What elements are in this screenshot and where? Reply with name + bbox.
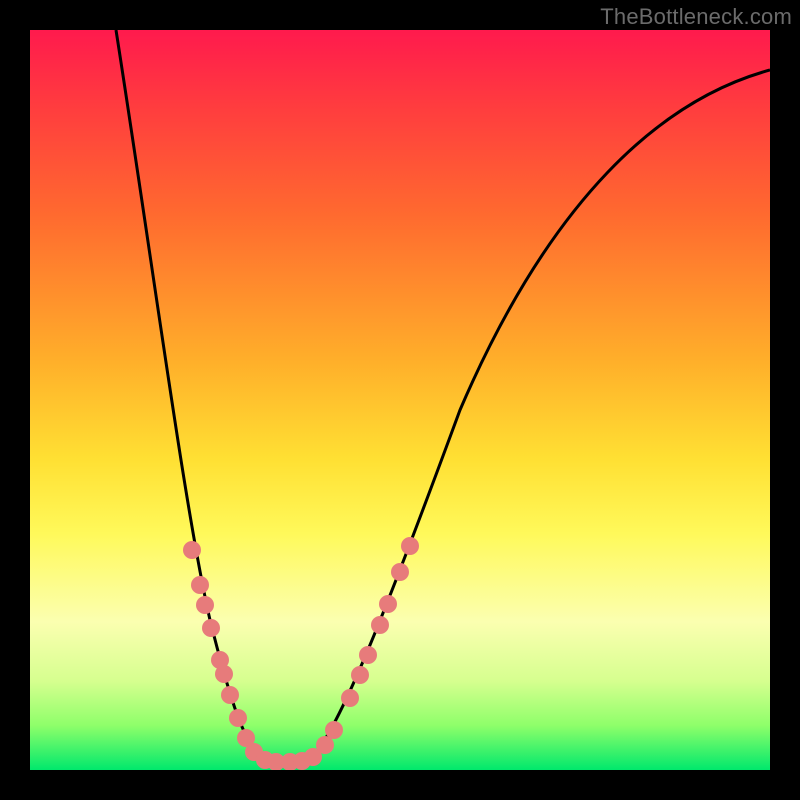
data-point <box>359 646 377 664</box>
data-points-right <box>316 537 419 754</box>
data-point <box>325 721 343 739</box>
data-point <box>371 616 389 634</box>
data-point <box>196 596 214 614</box>
data-point <box>351 666 369 684</box>
data-point <box>215 665 233 683</box>
watermark-text: TheBottleneck.com <box>600 4 792 30</box>
curve-svg <box>30 30 770 770</box>
data-point <box>341 689 359 707</box>
data-point <box>202 619 220 637</box>
bottleneck-curve <box>116 30 770 760</box>
data-point <box>316 736 334 754</box>
data-points-left <box>183 541 263 761</box>
data-point <box>191 576 209 594</box>
data-point <box>379 595 397 613</box>
data-points-bottom <box>256 748 322 770</box>
data-point <box>401 537 419 555</box>
plot-area <box>30 30 770 770</box>
chart-frame: TheBottleneck.com <box>0 0 800 800</box>
data-point <box>183 541 201 559</box>
data-point <box>391 563 409 581</box>
data-point <box>229 709 247 727</box>
data-point <box>221 686 239 704</box>
